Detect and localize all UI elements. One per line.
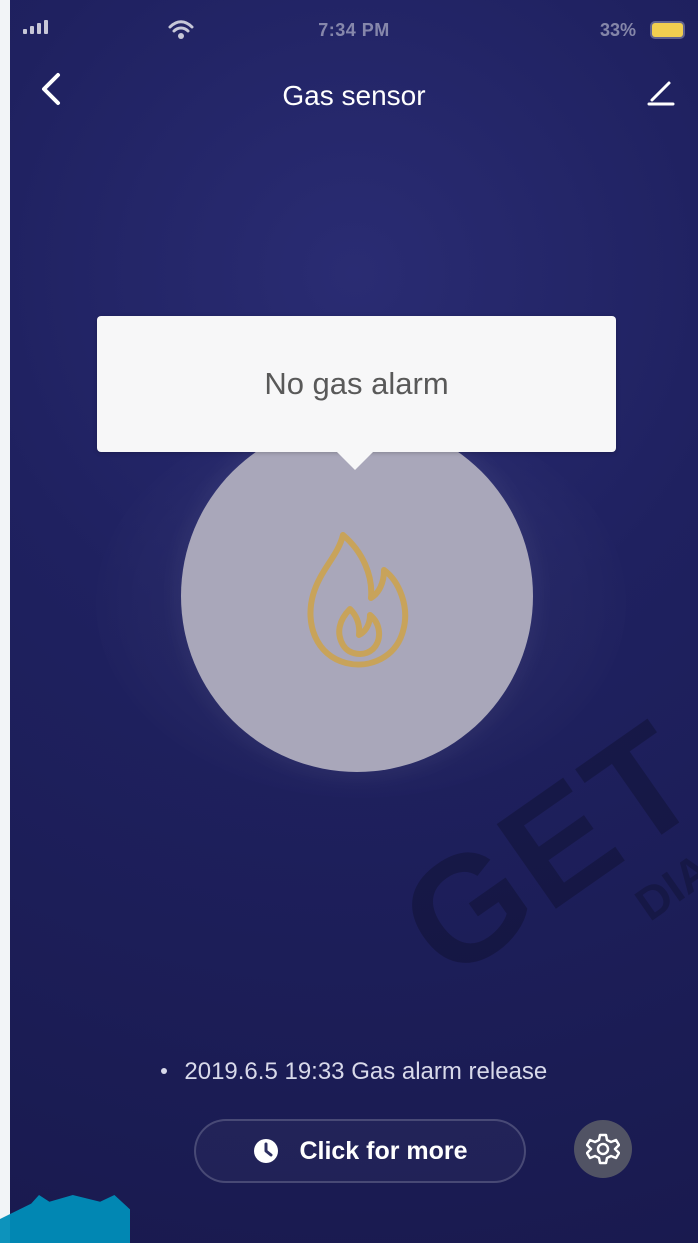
- status-tooltip: No gas alarm: [97, 316, 616, 470]
- tooltip-text: No gas alarm: [264, 366, 449, 401]
- top-bar: Gas sensor: [10, 58, 698, 133]
- edit-icon: [647, 81, 675, 106]
- log-bullet: [160, 1067, 167, 1074]
- flame-icon: [307, 532, 409, 668]
- settings-button[interactable]: [574, 1120, 632, 1178]
- battery-icon: [652, 23, 683, 37]
- gear-icon: [586, 1133, 620, 1165]
- clock-icon: [254, 1139, 279, 1163]
- page-title: Gas sensor: [282, 80, 426, 111]
- status-time: 7:34 PM: [318, 20, 390, 40]
- log-entry: 2019.6.5 19:33 Gas alarm release: [184, 1058, 548, 1085]
- battery-percentage: 33%: [599, 20, 636, 40]
- sensor-status-circle: [181, 420, 533, 772]
- click-for-more-button[interactable]: Click for more: [194, 1119, 526, 1183]
- click-for-more-label: Click for more: [299, 1136, 468, 1165]
- event-log: 2019.6.5 19:33 Gas alarm release: [10, 1055, 698, 1089]
- device-screen: 7:34 PM 33% Gas sensor No gas alarm 2019…: [10, 0, 698, 1243]
- edit-button[interactable]: [636, 68, 686, 116]
- status-bar: 7:34 PM 33%: [10, 0, 698, 58]
